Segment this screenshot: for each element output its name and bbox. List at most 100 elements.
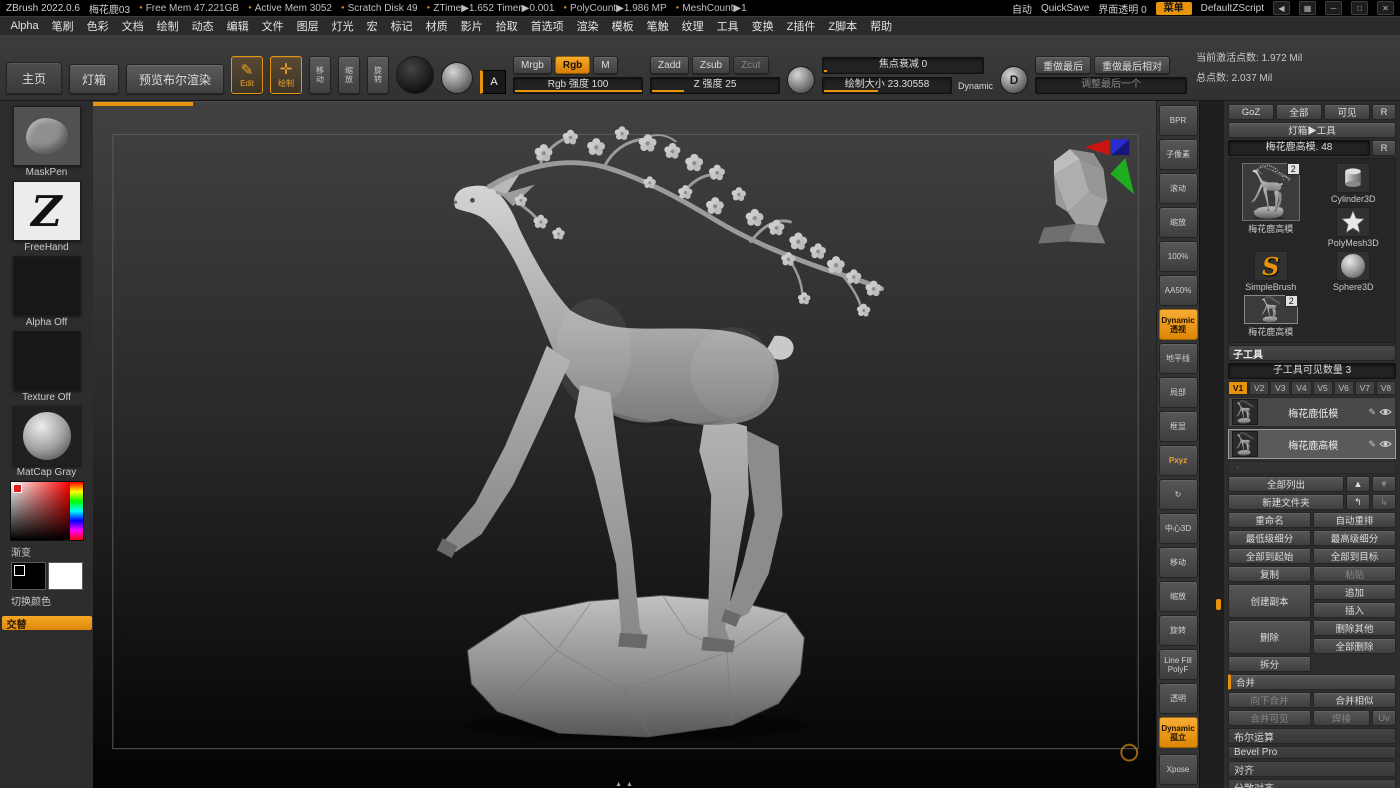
all-to-target-button[interactable]: 全部到目标 <box>1313 548 1396 564</box>
zcut-button[interactable]: Zcut <box>733 56 768 74</box>
zsub-button[interactable]: Zsub <box>692 56 730 74</box>
tab-v7[interactable]: V7 <box>1355 381 1375 395</box>
dynamic-subdiv-button[interactable]: D <box>1000 66 1028 94</box>
mrgb-button[interactable]: Mrgb <box>513 56 552 74</box>
append-button[interactable]: 追加 <box>1313 584 1396 600</box>
freehand-thumbnail[interactable]: Z <box>13 181 81 241</box>
secondary-color-swatch[interactable] <box>48 562 83 590</box>
transparency-button[interactable]: 透明 <box>1159 683 1198 714</box>
maskpen-thumbnail[interactable] <box>13 106 81 166</box>
alpha-off-thumbnail[interactable] <box>13 256 81 316</box>
draw-mode-button[interactable]: ✛ 绘制 <box>270 56 302 94</box>
visibility-eye-icon[interactable] <box>1379 407 1392 417</box>
menu-brush[interactable]: 笔刷 <box>45 18 80 34</box>
split-button[interactable]: 拆分 <box>1228 656 1311 672</box>
alpha-selector-tray[interactable]: Alpha Off <box>13 256 81 328</box>
visibility-eye-icon[interactable] <box>1379 439 1392 449</box>
tray-divider-arrows-icon[interactable]: ▲ ▲ <box>615 781 634 788</box>
bpr-render-button[interactable]: BPR <box>1159 105 1198 136</box>
current-brush-icon[interactable] <box>396 56 434 94</box>
tab-v2[interactable]: V2 <box>1249 381 1269 395</box>
lightbox-tool-button[interactable]: 灯箱▶工具 <box>1228 122 1396 138</box>
cylinder3d-icon[interactable] <box>1336 163 1370 193</box>
material-selector[interactable]: MatCap Gray <box>13 406 81 478</box>
zoom-doc-button[interactable]: 缩放 <box>1159 207 1198 238</box>
switch-color-label[interactable]: 切换颜色 <box>11 593 51 608</box>
redo-last-relative-button[interactable]: 重做最后相对 <box>1094 56 1170 74</box>
tab-v4[interactable]: V4 <box>1291 381 1311 395</box>
move-out-folder-button[interactable]: ↰ <box>1346 494 1370 510</box>
scale-mode-button[interactable]: 缩放 <box>338 56 360 94</box>
menu-tool[interactable]: 工具 <box>710 18 745 34</box>
menu-alpha[interactable]: Alpha <box>4 20 45 32</box>
menu-toggle-button[interactable]: 菜单 <box>1156 2 1192 15</box>
main-color-swatch[interactable] <box>11 562 46 590</box>
floor-grid-button[interactable]: 地平线 <box>1159 343 1198 374</box>
draw-size-slider[interactable]: 绘制大小 23.30558 <box>822 77 952 94</box>
paste-subtool-button[interactable]: 粘贴 <box>1313 566 1396 582</box>
menu-stencil[interactable]: 模板 <box>605 18 640 34</box>
current-tool-slider[interactable]: 梅花鹿高模. 48 <box>1228 140 1370 156</box>
redo-last-button[interactable]: 重做最后 <box>1035 56 1091 74</box>
color-picker[interactable] <box>10 481 84 541</box>
menu-zplugin[interactable]: Z插件 <box>780 18 822 34</box>
new-folder-button[interactable]: 新建文件夹 <box>1228 494 1344 510</box>
merge-down-button[interactable]: 向下合并 <box>1228 692 1311 708</box>
tab-v6[interactable]: V6 <box>1334 381 1354 395</box>
menu-transform[interactable]: 变换 <box>745 18 780 34</box>
auto-button[interactable]: 自动 <box>1012 1 1032 16</box>
delete-all-button[interactable]: 全部删除 <box>1313 638 1396 654</box>
document-viewport[interactable] <box>93 102 1156 788</box>
duplicate-button[interactable]: 创建副本 <box>1228 584 1311 618</box>
list-all-button[interactable]: 全部列出 <box>1228 476 1344 492</box>
active-tool-thumbnail[interactable]: 2 <box>1242 163 1300 221</box>
menu-help[interactable]: 帮助 <box>864 18 899 34</box>
move-into-folder-button[interactable]: ↳ <box>1372 494 1396 510</box>
sculpt-canvas[interactable]: ▲ ▲ <box>93 101 1156 788</box>
menu-render[interactable]: 渲染 <box>570 18 605 34</box>
draw-size-icon[interactable] <box>787 66 815 94</box>
scatter-align-section[interactable]: 分散对齐 <box>1228 779 1396 788</box>
preview-boolean-button[interactable]: 预览布尔渲染 <box>126 64 224 94</box>
highest-subdiv-button[interactable]: 最高级细分 <box>1313 530 1396 546</box>
matcap-thumbnail[interactable] <box>13 406 81 466</box>
bevel-pro-section[interactable]: Bevel Pro <box>1228 746 1396 759</box>
edit-mode-button[interactable]: ✎ Edit <box>231 56 263 94</box>
close-icon[interactable]: ✕ <box>1377 1 1394 15</box>
tab-v8[interactable]: V8 <box>1376 381 1396 395</box>
menu-dynamics[interactable]: 动态 <box>185 18 220 34</box>
subtool-down-button[interactable]: ▼ <box>1372 476 1396 492</box>
paint-toggle-icon[interactable]: ✎ <box>1368 439 1376 450</box>
menu-preferences[interactable]: 首选项 <box>524 18 570 34</box>
subtool-row-highpoly[interactable]: 梅花鹿高模 ✎ <box>1228 429 1396 459</box>
menu-draw[interactable]: 绘制 <box>150 18 185 34</box>
auto-reorder-button[interactable]: 自动重排 <box>1313 512 1396 528</box>
layout-icon[interactable]: ▦ <box>1299 1 1316 15</box>
alternate-button[interactable]: 交替 <box>2 616 92 630</box>
merge-similar-button[interactable]: 合并相似 <box>1313 692 1396 708</box>
tool-rename-r-button[interactable]: R <box>1372 140 1396 156</box>
boolean-section[interactable]: 布尔运算 <box>1228 728 1396 744</box>
gradient-label[interactable]: 渐变 <box>11 544 31 559</box>
paint-toggle-icon[interactable]: ✎ <box>1368 407 1376 418</box>
rotate-mode-button[interactable]: 旋转 <box>367 56 389 94</box>
menu-movie[interactable]: 影片 <box>454 18 489 34</box>
alpha-selector[interactable]: A <box>480 70 506 94</box>
scroll-thumb[interactable] <box>1216 599 1221 610</box>
all-to-start-button[interactable]: 全部到起始 <box>1228 548 1311 564</box>
quicksave-button[interactable]: QuickSave <box>1041 3 1089 14</box>
sphere3d-icon[interactable] <box>1336 251 1370 281</box>
tab-v5[interactable]: V5 <box>1313 381 1333 395</box>
tab-v3[interactable]: V3 <box>1270 381 1290 395</box>
goz-visible-button[interactable]: 可见 <box>1324 104 1370 120</box>
menu-stroke[interactable]: 笔触 <box>640 18 675 34</box>
minimize-icon[interactable]: ─ <box>1325 1 1342 15</box>
collapse-icon[interactable]: ◀ <box>1273 1 1290 15</box>
aa-half-button[interactable]: AA50% <box>1159 275 1198 306</box>
ui-transparency-slider[interactable]: 界面透明 0 <box>1098 1 1146 16</box>
merge-visible-button[interactable]: 合并可见 <box>1228 710 1311 726</box>
menu-macro[interactable]: 宏 <box>360 18 384 34</box>
floor-axis-toggle[interactable]: Pxyz <box>1159 445 1198 476</box>
align-section[interactable]: 对齐 <box>1228 761 1396 777</box>
rgb-intensity-slider[interactable]: Rgb 强度 100 <box>513 77 643 94</box>
